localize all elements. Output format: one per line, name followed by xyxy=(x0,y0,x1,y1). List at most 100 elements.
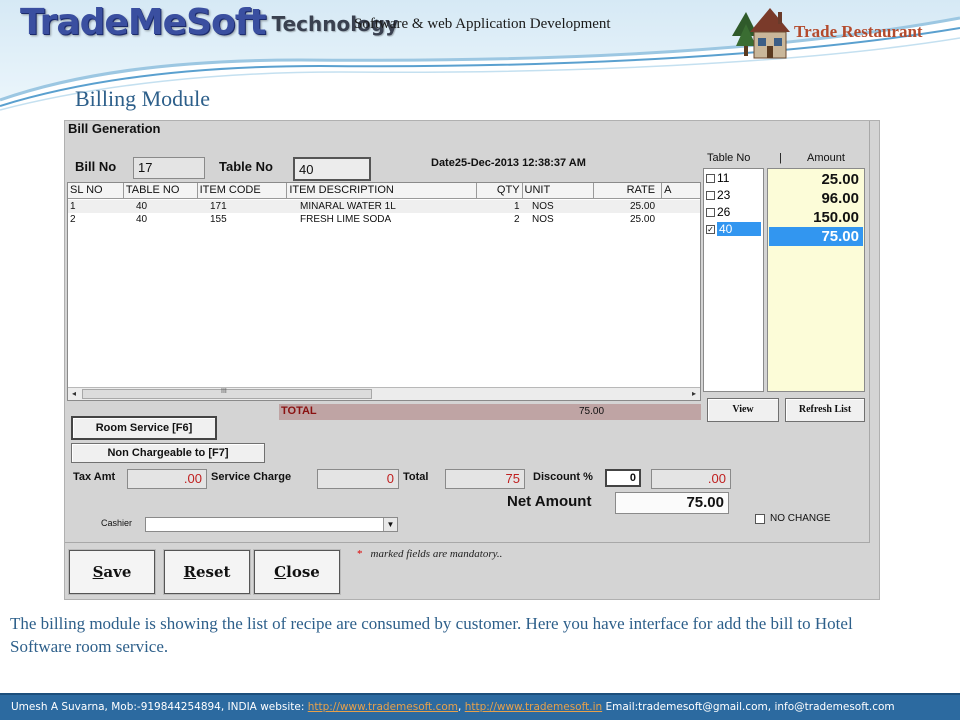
col-rate[interactable]: RATE xyxy=(594,183,663,198)
discount-label: Discount % xyxy=(533,471,593,483)
table-list-item[interactable]: 11 xyxy=(706,170,762,186)
col-sl-no[interactable]: SL NO xyxy=(68,183,124,198)
table-checkbox-checked[interactable]: ✓ xyxy=(706,224,715,234)
col-item-code[interactable]: ITEM CODE xyxy=(198,183,288,198)
footer-link-com[interactable]: http://www.trademesoft.com xyxy=(308,701,458,713)
col-item-description[interactable]: ITEM DESCRIPTION xyxy=(287,183,477,198)
footer-text: Umesh A Suvarna, Mob:-919844254894, INDI… xyxy=(11,701,895,713)
row-unit: NOS xyxy=(532,214,554,225)
table-checkbox[interactable] xyxy=(706,173,715,183)
amount-list[interactable]: 25.00 96.00 150.00 75.00 xyxy=(767,168,865,392)
save-button[interactable]: Save xyxy=(68,549,156,595)
cashier-select[interactable]: ▼ xyxy=(145,517,398,532)
table-no-label: Table No xyxy=(219,159,273,174)
footer-contact: Umesh A Suvarna, Mob:-919844254894, INDI… xyxy=(11,701,308,713)
table-row[interactable]: 2 40 155 FRESH LIME SODA 2 NOS 25.00 xyxy=(68,213,700,226)
brand-name: TradeMeSoft xyxy=(20,2,267,43)
amount-list-item[interactable]: 25.00 xyxy=(769,170,863,189)
mandatory-star: * xyxy=(357,548,363,560)
table-checkbox[interactable] xyxy=(706,190,715,200)
tax-amt-field[interactable]: .00 xyxy=(127,469,207,489)
close-hotkey: C xyxy=(274,563,287,581)
service-charge-field[interactable]: 0 xyxy=(317,469,399,489)
amount-list-item-selected[interactable]: 75.00 xyxy=(769,227,863,246)
row-qty: 1 xyxy=(514,201,520,212)
footer-separator: , xyxy=(458,701,465,713)
house-icon xyxy=(732,8,790,59)
table-number: 26 xyxy=(717,205,731,219)
bill-generation-panel: Bill Generation Bill No 17 Table No 40 D… xyxy=(65,121,870,543)
table-list[interactable]: 11 23 26 ✓ 40 xyxy=(703,168,764,392)
col-table-no[interactable]: TABLE NO xyxy=(124,183,198,198)
reset-button[interactable]: Reset xyxy=(163,549,251,595)
row-qty: 2 xyxy=(514,214,520,225)
restaurant-label: Trade Restaurant xyxy=(794,22,923,41)
table-number: 40 xyxy=(717,222,761,236)
table-list-item[interactable]: 26 xyxy=(706,204,762,220)
service-charge-label: Service Charge xyxy=(211,471,292,483)
net-amount-field[interactable]: 75.00 xyxy=(615,492,729,514)
close-button[interactable]: Close xyxy=(253,549,341,595)
close-label: lose xyxy=(286,563,320,581)
row-sl-no: 1 xyxy=(70,201,76,212)
row-item-code: 155 xyxy=(210,214,227,225)
col-unit[interactable]: UNIT xyxy=(523,183,595,198)
refresh-list-button[interactable]: Refresh List xyxy=(785,398,865,422)
cashier-label: Cashier xyxy=(101,518,133,528)
table-list-header: Table No xyxy=(707,152,751,164)
table-list-item-selected[interactable]: ✓ 40 xyxy=(706,221,762,237)
footer-link-in[interactable]: http://www.trademesoft.in xyxy=(465,701,602,713)
scroll-left-icon[interactable]: ◂ xyxy=(68,388,80,400)
chevron-down-icon[interactable]: ▼ xyxy=(383,518,397,531)
grid-horizontal-scrollbar[interactable]: ◂ III ▸ xyxy=(68,387,700,400)
save-label: ave xyxy=(103,563,132,581)
room-service-button[interactable]: Room Service [F6] xyxy=(71,416,217,440)
total-label: Total xyxy=(403,471,429,483)
total-field[interactable]: 75 xyxy=(445,469,525,489)
grid-header: SL NO TABLE NO ITEM CODE ITEM DESCRIPTIO… xyxy=(68,183,700,199)
col-amount[interactable]: A xyxy=(662,183,700,198)
col-qty[interactable]: QTY xyxy=(477,183,523,198)
table-checkbox[interactable] xyxy=(706,207,715,217)
brand-logo: TradeMeSoft Technology xyxy=(20,2,398,44)
amount-list-item[interactable]: 150.00 xyxy=(769,208,863,227)
total-row-value: 75.00 xyxy=(579,406,605,417)
amount-list-item[interactable]: 96.00 xyxy=(769,189,863,208)
amount-list-header: Amount xyxy=(807,152,845,164)
mandatory-text: marked fields are mandatory.. xyxy=(370,548,503,560)
table-list-item[interactable]: 23 xyxy=(706,187,762,203)
no-change-checkbox[interactable] xyxy=(755,514,765,524)
header-separator: | xyxy=(779,152,782,164)
save-hotkey: S xyxy=(92,563,104,581)
bill-generation-window: Bill Generation Bill No 17 Table No 40 D… xyxy=(64,120,880,600)
total-row-label: TOTAL xyxy=(281,405,317,417)
row-rate: 25.00 xyxy=(630,214,656,225)
scrollbar-thumb[interactable]: III xyxy=(82,388,372,399)
footer-emails: Email:trademesoft@gmail.com, info@tradem… xyxy=(602,701,895,713)
table-number: 23 xyxy=(717,188,731,202)
reset-label: eset xyxy=(196,563,231,581)
slide-title: Billing Module xyxy=(75,86,211,111)
scroll-right-icon[interactable]: ▸ xyxy=(688,388,700,400)
tagline: Software & web Application Development xyxy=(354,16,611,32)
net-amount-label: Net Amount xyxy=(507,493,592,510)
row-table-no: 40 xyxy=(136,214,148,225)
non-chargeable-button[interactable]: Non Chargeable to [F7] xyxy=(71,443,265,463)
row-item-code: 171 xyxy=(210,201,227,212)
row-item-description: MINARAL WATER 1L xyxy=(300,201,396,212)
row-table-no: 40 xyxy=(136,201,148,212)
bill-no-field[interactable]: 17 xyxy=(133,157,205,179)
view-button[interactable]: View xyxy=(707,398,779,422)
reset-hotkey: R xyxy=(183,563,196,581)
footer-bar: Umesh A Suvarna, Mob:-919844254894, INDI… xyxy=(0,693,960,720)
table-row[interactable]: 1 40 171 MINARAL WATER 1L 1 NOS 25.00 xyxy=(68,200,700,213)
table-no-field[interactable]: 40 xyxy=(293,157,371,181)
row-rate: 25.00 xyxy=(630,201,656,212)
row-sl-no: 2 xyxy=(70,214,76,225)
table-number: 11 xyxy=(717,171,730,185)
discount-amount-field[interactable]: .00 xyxy=(651,469,731,489)
discount-percent-field[interactable]: 0 xyxy=(605,469,641,487)
no-change-label: NO CHANGE xyxy=(770,513,831,524)
bill-no-label: Bill No xyxy=(75,159,117,174)
bill-items-grid[interactable]: SL NO TABLE NO ITEM CODE ITEM DESCRIPTIO… xyxy=(67,182,701,401)
